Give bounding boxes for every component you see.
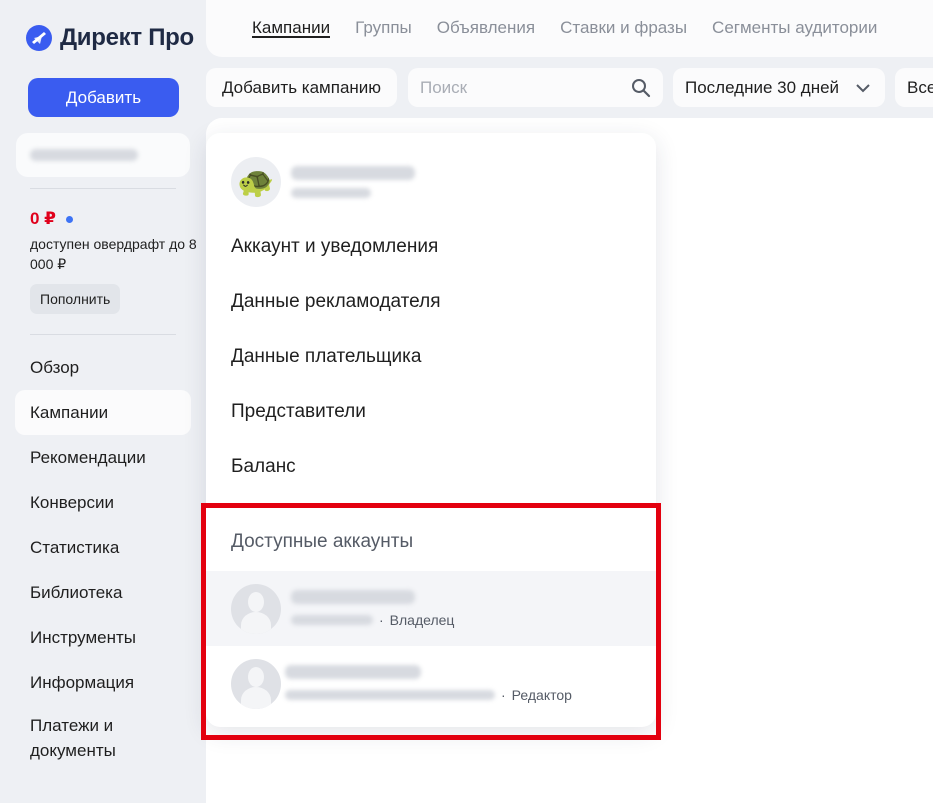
period-value: Последние 30 дней bbox=[685, 77, 840, 97]
account-name-blurred bbox=[30, 149, 138, 161]
sidebar-item-statistics[interactable]: Статистика bbox=[15, 525, 191, 570]
sidebar-nav: Обзор Кампании Рекомендации Конверсии Ст… bbox=[15, 345, 191, 763]
current-account-login-blurred bbox=[291, 188, 371, 198]
overdraft-text: доступен овердрафт до 8 000 ₽ bbox=[30, 236, 197, 272]
top-tabs: Кампании Группы Объявления Ставки и фраз… bbox=[206, 0, 933, 57]
sidebar-item-library[interactable]: Библиотека bbox=[15, 570, 191, 615]
add-campaign-label: Добавить кампанию bbox=[221, 77, 382, 97]
sidebar-item-overview[interactable]: Обзор bbox=[15, 345, 191, 390]
account-name-blurred bbox=[291, 589, 415, 604]
chevron-down-icon bbox=[856, 83, 870, 92]
sidebar-item-conversions[interactable]: Конверсии bbox=[15, 480, 191, 525]
tab-audience-segments[interactable]: Сегменты аудитории bbox=[712, 0, 877, 38]
sidebar-item-payments[interactable]: Платежи и документы bbox=[15, 705, 191, 763]
topup-button[interactable]: Пополнить bbox=[30, 284, 121, 314]
account-switcher[interactable] bbox=[16, 133, 190, 177]
current-account-name-blurred bbox=[291, 166, 415, 180]
separator-dot: · bbox=[501, 687, 506, 703]
search-input[interactable]: Поиск bbox=[408, 68, 663, 107]
menu-item-balance[interactable]: Баланс bbox=[231, 456, 296, 478]
period-select[interactable]: Последние 30 дней bbox=[673, 68, 885, 107]
available-accounts-title: Доступные аккаунты bbox=[231, 531, 414, 552]
account-row[interactable]: · Владелец bbox=[206, 571, 656, 646]
account-login-blurred bbox=[285, 690, 495, 700]
search-placeholder: Поиск bbox=[420, 77, 468, 97]
sidebar-item-tools[interactable]: Инструменты bbox=[15, 615, 191, 660]
account-role: Владелец bbox=[389, 611, 455, 628]
divider bbox=[30, 188, 176, 189]
direct-logo-icon bbox=[26, 25, 52, 51]
current-account: 🐢 bbox=[231, 157, 415, 207]
user-avatar-icon bbox=[231, 583, 281, 634]
sidebar-item-recommendations[interactable]: Рекомендации bbox=[15, 435, 191, 480]
sidebar-item-information[interactable]: Информация bbox=[15, 660, 191, 705]
divider bbox=[30, 334, 176, 335]
search-icon[interactable] bbox=[631, 78, 651, 98]
account-name-blurred bbox=[285, 665, 421, 679]
account-menu: 🐢 Аккаунт и уведомления Данные рекламода… bbox=[206, 133, 656, 727]
menu-item-advertiser-data[interactable]: Данные рекламодателя bbox=[231, 291, 440, 313]
tab-bids-phrases[interactable]: Ставки и фразы bbox=[560, 0, 687, 38]
menu-item-account-notifications[interactable]: Аккаунт и уведомления bbox=[231, 236, 438, 258]
logo[interactable]: Директ Про bbox=[26, 24, 194, 52]
filter-all-select[interactable]: Все bbox=[895, 68, 933, 107]
separator-dot: · bbox=[379, 611, 384, 628]
menu-item-representatives[interactable]: Представители bbox=[231, 401, 366, 423]
balance-status-dot bbox=[66, 215, 74, 223]
account-role: Редактор bbox=[511, 687, 572, 703]
balance: 0 ₽ bbox=[30, 209, 74, 229]
add-button[interactable]: Добавить bbox=[28, 78, 179, 117]
menu-item-payer-data[interactable]: Данные плательщика bbox=[231, 346, 421, 368]
filter-all-label: Все bbox=[907, 77, 933, 97]
logo-text: Директ Про bbox=[60, 24, 194, 51]
turtle-avatar-icon: 🐢 bbox=[231, 157, 281, 207]
account-row[interactable]: · Редактор bbox=[206, 646, 656, 722]
account-login-blurred bbox=[291, 614, 373, 625]
user-avatar-icon bbox=[231, 659, 281, 709]
sidebar: Директ Про Добавить 0 ₽ доступен овердра… bbox=[0, 0, 206, 803]
balance-amount: 0 ₽ bbox=[30, 209, 57, 228]
tab-ads[interactable]: Объявления bbox=[437, 0, 535, 38]
tab-groups[interactable]: Группы bbox=[355, 0, 412, 38]
tab-campaigns[interactable]: Кампании bbox=[252, 0, 331, 38]
add-campaign-button[interactable]: Добавить кампанию bbox=[206, 68, 397, 107]
sidebar-item-campaigns[interactable]: Кампании bbox=[15, 390, 191, 435]
